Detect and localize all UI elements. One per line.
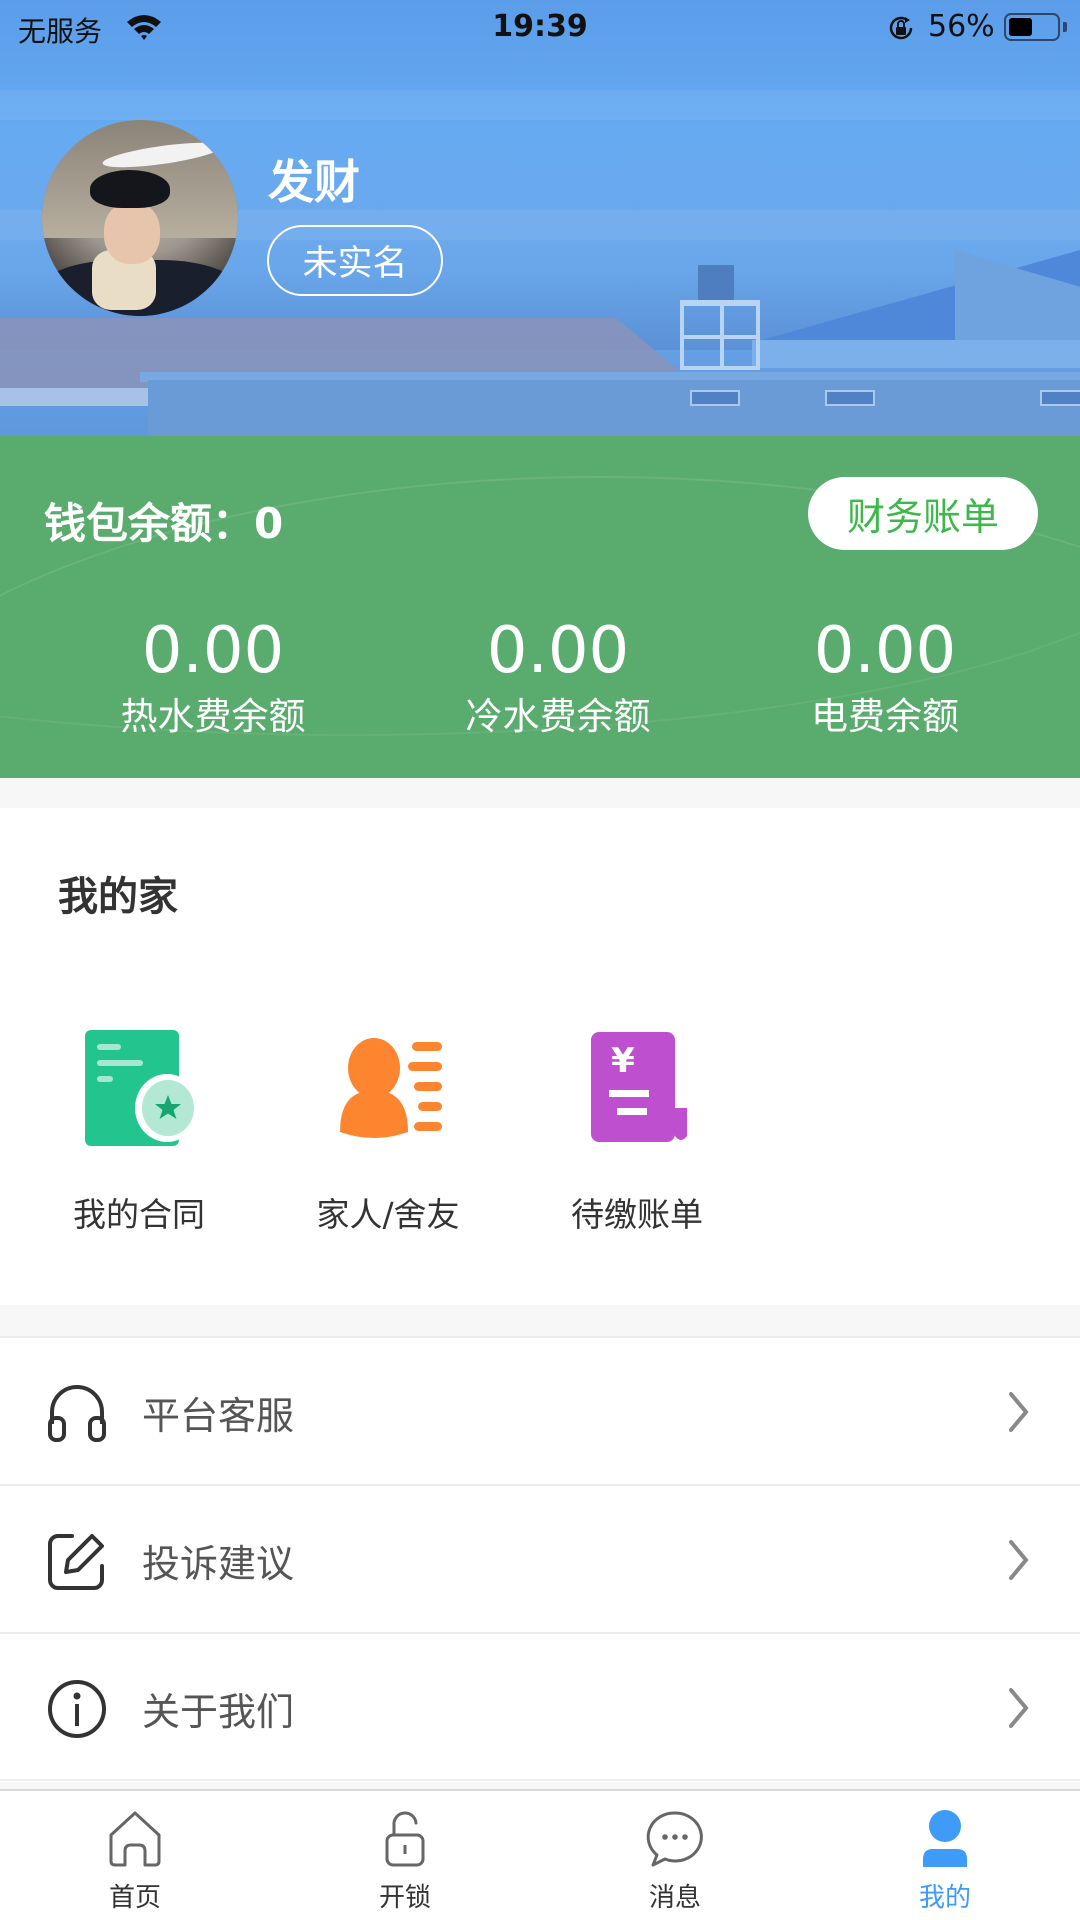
avatar-photo-part xyxy=(90,170,170,208)
wallet-balance: 钱包余额：0 xyxy=(44,499,284,548)
unlock-icon xyxy=(385,1811,425,1867)
menu-item-label: 关于我们 xyxy=(142,1690,295,1734)
header-background-decor xyxy=(680,300,760,370)
user-icon xyxy=(923,1810,967,1867)
menu-item-customer-service[interactable]: 平台客服 xyxy=(0,1338,1080,1486)
status-bar: 无服务 19:39 56% xyxy=(0,0,1080,56)
chevron-right-icon xyxy=(1009,1540,1029,1580)
family-roommates-item[interactable]: 家人/舍友 xyxy=(273,1018,503,1258)
home-item-label: 我的合同 xyxy=(73,1195,205,1234)
settings-menu: 平台客服 投诉建议 关于我们 xyxy=(0,1336,1080,1782)
tab-label: 消息 xyxy=(648,1883,701,1913)
header-background-decor xyxy=(698,265,734,300)
header-background-decor xyxy=(148,380,1080,436)
contract-icon xyxy=(85,1030,199,1146)
tab-home[interactable]: 首页 xyxy=(0,1791,270,1920)
header-background-decor xyxy=(825,390,875,406)
message-icon xyxy=(646,1811,703,1867)
tab-unlock[interactable]: 开锁 xyxy=(270,1791,540,1920)
wallet-panel: 钱包余额：0 财务账单 0.00 热水费余额 0.00 冷水费余额 0.00 电… xyxy=(0,436,1080,778)
my-home-section: 我的家 我的合同 家人/舍友 ¥ 待缴账单 xyxy=(0,808,1080,1305)
user-name: 发财 xyxy=(268,155,360,209)
avatar-photo-part xyxy=(104,202,160,264)
financial-bill-button[interactable]: 财务账单 xyxy=(808,477,1038,550)
battery-level xyxy=(1009,18,1033,36)
hot-water-balance[interactable]: 0.00 热水费余额 xyxy=(63,616,363,742)
menu-item-label: 平台客服 xyxy=(142,1394,295,1438)
headphones-icon xyxy=(48,1385,106,1442)
pending-bill-item[interactable]: ¥ 待缴账单 xyxy=(522,1018,752,1258)
edit-icon xyxy=(48,1534,104,1590)
chevron-right-icon xyxy=(1009,1688,1029,1728)
family-contacts-icon xyxy=(340,1038,442,1138)
pending-bill-icon: ¥ xyxy=(591,1032,687,1142)
home-icon xyxy=(109,1811,161,1867)
bottom-tab-bar: 首页 开锁 消息 我的 xyxy=(0,1789,1080,1920)
tab-label: 首页 xyxy=(108,1883,161,1913)
rotation-lock-icon xyxy=(889,16,913,40)
tab-label: 开锁 xyxy=(378,1883,431,1913)
verification-status-button[interactable]: 未实名 xyxy=(267,225,443,296)
cold-water-balance[interactable]: 0.00 冷水费余额 xyxy=(408,616,708,742)
stat-label: 热水费余额 xyxy=(120,695,306,738)
menu-item-label: 投诉建议 xyxy=(142,1542,295,1586)
header-background-decor xyxy=(752,340,1080,368)
stat-value: 0.00 xyxy=(813,614,957,688)
clock: 19:39 xyxy=(492,9,588,44)
divider xyxy=(0,1779,1080,1781)
menu-item-complaints[interactable]: 投诉建议 xyxy=(0,1486,1080,1634)
stat-value: 0.00 xyxy=(486,614,630,688)
section-title: 我的家 xyxy=(58,874,178,920)
battery-icon xyxy=(1004,13,1060,41)
electricity-balance[interactable]: 0.00 电费余额 xyxy=(735,616,1035,742)
header-background-decor xyxy=(0,90,1080,120)
stat-value: 0.00 xyxy=(141,614,285,688)
header-background-decor xyxy=(1040,390,1080,406)
menu-item-about-us[interactable]: 关于我们 xyxy=(0,1634,1080,1782)
home-item-label: 家人/舍友 xyxy=(316,1195,460,1234)
my-contract-item[interactable]: 我的合同 xyxy=(24,1018,254,1258)
stat-label: 电费余额 xyxy=(811,695,959,738)
avatar[interactable] xyxy=(42,120,238,316)
battery-cap xyxy=(1063,22,1067,32)
tab-messages[interactable]: 消息 xyxy=(540,1791,810,1920)
tab-mine[interactable]: 我的 xyxy=(810,1791,1080,1920)
svg-text:¥: ¥ xyxy=(611,1041,635,1081)
battery-percent: 56% xyxy=(928,9,995,44)
tab-label: 我的 xyxy=(918,1883,971,1913)
chevron-right-icon xyxy=(1009,1392,1029,1432)
info-icon xyxy=(48,1680,106,1738)
header-background-decor xyxy=(690,390,740,406)
home-item-label: 待缴账单 xyxy=(571,1195,703,1234)
stat-label: 冷水费余额 xyxy=(465,695,651,738)
